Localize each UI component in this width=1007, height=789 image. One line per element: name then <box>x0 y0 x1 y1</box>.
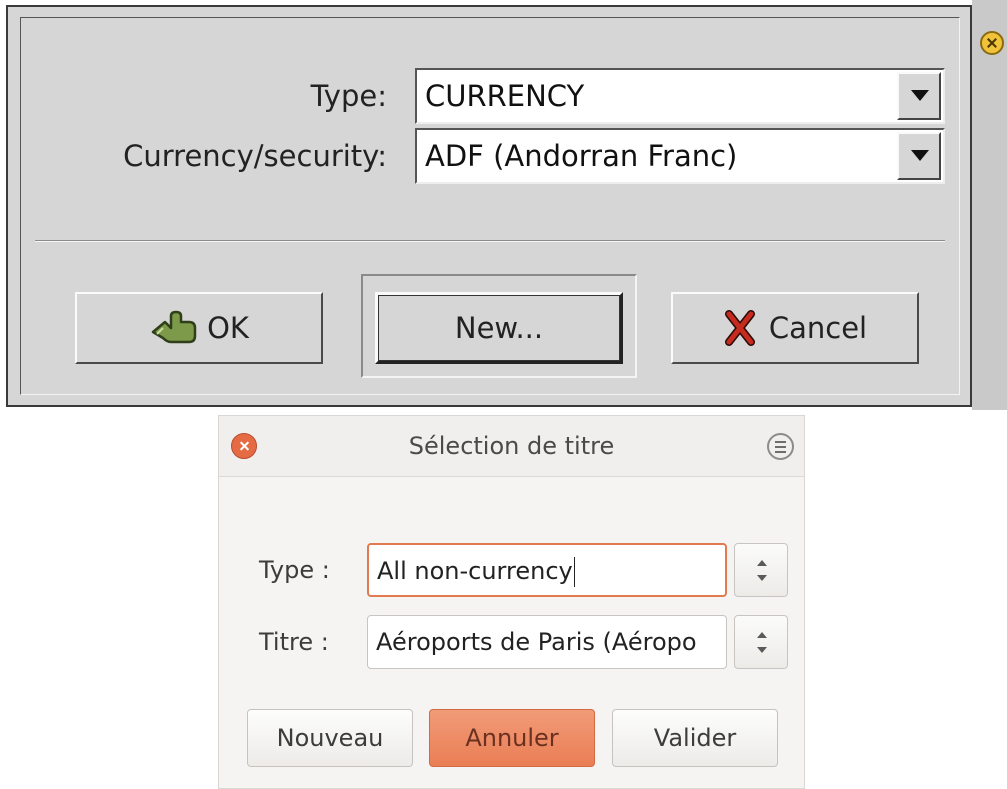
type-label: Type: <box>310 79 387 113</box>
type-value: CURRENCY <box>425 79 585 113</box>
cancel-label: Cancel <box>768 311 868 345</box>
menu-icon[interactable] <box>767 433 794 460</box>
type-row: Type: CURRENCY <box>21 68 959 124</box>
type-input[interactable]: All non-currency <box>367 543 727 597</box>
ok-hand-icon <box>151 310 197 344</box>
window-edge-strip <box>972 0 1007 410</box>
selection-de-titre-dialog: Sélection de titre Type : All non-curren… <box>218 415 805 789</box>
titre-spin-button[interactable] <box>734 615 788 669</box>
text-cursor <box>573 557 575 587</box>
currency-security-row: Currency/security: ADF (Andorran Franc) <box>21 128 959 184</box>
titre-input-value: Aéroports de Paris (Aéropo <box>376 628 697 656</box>
dialog-frame: Type: CURRENCY Currency/security: ADF (A… <box>20 17 960 395</box>
dropdown-arrow-icon[interactable] <box>897 132 941 180</box>
cancel-button[interactable]: Cancel <box>671 292 919 364</box>
titre-input[interactable]: Aéroports de Paris (Aéropo <box>367 615 727 669</box>
type-spin-button[interactable] <box>734 543 788 597</box>
titlebar: Sélection de titre <box>219 416 804 477</box>
annuler-button[interactable]: Annuler <box>429 709 595 767</box>
nouveau-button[interactable]: Nouveau <box>247 709 413 767</box>
valider-label: Valider <box>653 724 737 752</box>
ok-label: OK <box>207 311 249 345</box>
valider-button[interactable]: Valider <box>612 709 778 767</box>
new-button[interactable]: New... <box>375 292 623 364</box>
dropdown-arrow-icon[interactable] <box>897 72 941 120</box>
titre-label: Titre : <box>259 628 329 656</box>
dialog-title: Sélection de titre <box>408 432 615 460</box>
nouveau-label: Nouveau <box>276 724 384 752</box>
type-input-value: All non-currency <box>377 557 575 587</box>
currency-security-dialog: Type: CURRENCY Currency/security: ADF (A… <box>6 5 972 407</box>
currency-security-value: ADF (Andorran Franc) <box>425 139 738 173</box>
new-label: New... <box>454 311 544 345</box>
annuler-label: Annuler <box>465 724 559 752</box>
cancel-x-icon <box>724 310 755 346</box>
type-label: Type : <box>259 556 330 584</box>
ok-button[interactable]: OK <box>75 292 323 364</box>
currency-security-combo[interactable]: ADF (Andorran Franc) <box>415 128 945 184</box>
currency-security-label: Currency/security: <box>123 139 387 173</box>
close-icon[interactable] <box>231 433 257 459</box>
type-combo[interactable]: CURRENCY <box>415 68 945 124</box>
close-icon[interactable] <box>980 31 1004 55</box>
separator <box>35 240 945 242</box>
